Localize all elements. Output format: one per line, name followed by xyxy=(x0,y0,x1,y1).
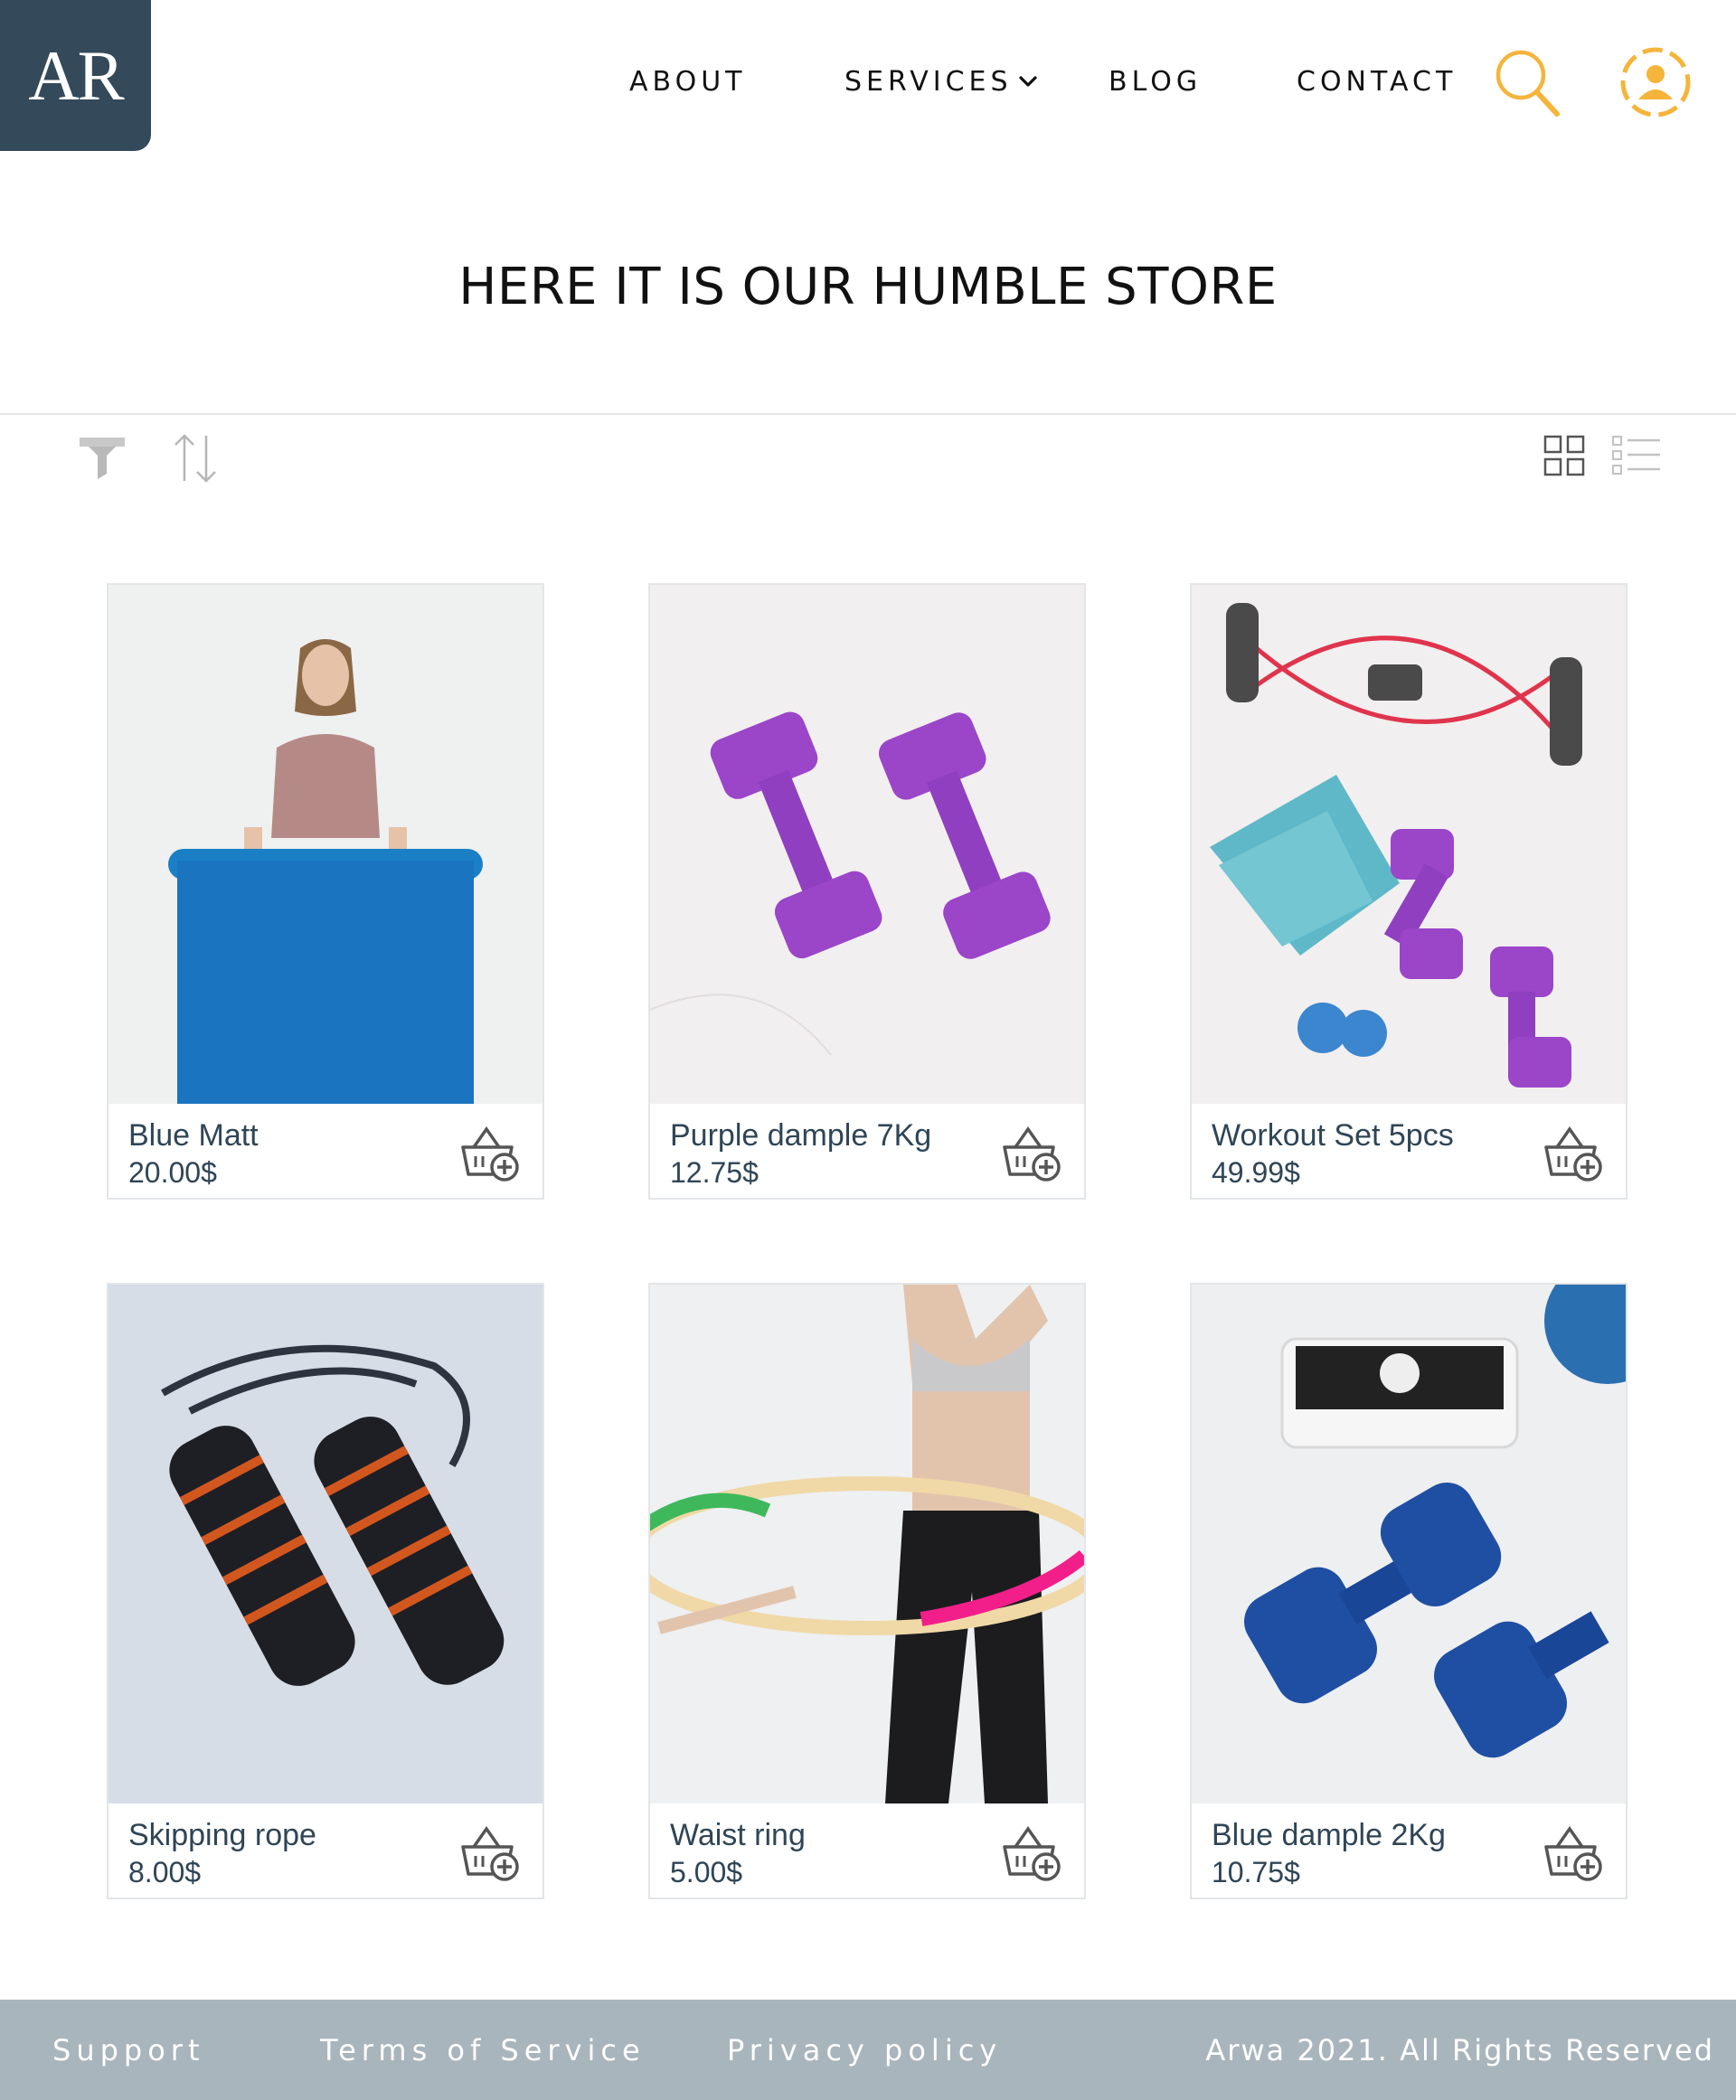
nav-item-label: CONTACT xyxy=(1297,65,1458,98)
add-to-cart-icon[interactable] xyxy=(458,1822,521,1883)
product-image[interactable] xyxy=(108,1285,542,1803)
sort-icon[interactable] xyxy=(172,432,219,485)
product-image[interactable] xyxy=(108,585,542,1104)
product-price: 20.00$ xyxy=(128,1156,217,1189)
nav-item-label: BLOG xyxy=(1109,65,1203,98)
user-profile-icon[interactable] xyxy=(1618,45,1693,119)
add-to-cart-icon[interactable] xyxy=(999,1122,1062,1183)
product-price: 10.75$ xyxy=(1212,1856,1300,1888)
product-card[interactable]: Skipping rope 8.00$ xyxy=(107,1283,544,1899)
footer-link-privacy[interactable]: Privacy policy xyxy=(727,2000,1002,2100)
add-to-cart-icon[interactable] xyxy=(458,1122,521,1183)
list-view-icon[interactable] xyxy=(1611,434,1662,476)
divider xyxy=(0,413,1736,415)
nav-item-label: SERVICES xyxy=(844,65,1013,98)
chevron-down-icon xyxy=(1018,76,1037,87)
product-card[interactable]: Blue Matt 20.00$ xyxy=(107,583,544,1200)
add-to-cart-icon[interactable] xyxy=(999,1822,1062,1883)
product-image[interactable] xyxy=(650,1285,1084,1803)
product-name[interactable]: Skipping rope xyxy=(128,1818,316,1853)
product-card[interactable]: Purple dample 7Kg 12.75$ xyxy=(648,583,1086,1200)
product-card[interactable]: Waist ring 5.00$ xyxy=(648,1283,1086,1899)
footer: Support Terms of Service Privacy policy … xyxy=(0,2000,1736,2100)
product-card[interactable]: Blue dample 2Kg 10.75$ xyxy=(1190,1283,1628,1899)
nav-item-services[interactable]: SERVICES xyxy=(844,54,1040,108)
nav-item-about[interactable]: ABOUT xyxy=(629,54,746,108)
nav-item-label: ABOUT xyxy=(629,65,747,98)
page-title: HERE IT IS OUR HUMBLE STORE xyxy=(458,258,1278,316)
product-price: 12.75$ xyxy=(670,1156,759,1189)
product-name[interactable]: Blue Matt xyxy=(128,1118,259,1154)
add-to-cart-icon[interactable] xyxy=(1541,1122,1604,1183)
product-image[interactable] xyxy=(1192,585,1626,1104)
product-name[interactable]: Purple dample 7Kg xyxy=(670,1118,931,1154)
filter-icon[interactable] xyxy=(78,436,127,481)
product-name[interactable]: Waist ring xyxy=(670,1818,806,1853)
product-price: 5.00$ xyxy=(670,1856,743,1888)
product-image[interactable] xyxy=(650,585,1084,1104)
product-name[interactable]: Blue dample 2Kg xyxy=(1212,1818,1446,1853)
footer-copyright: Arwa 2021. All Rights Reserved xyxy=(1205,2032,1714,2067)
nav-item-blog[interactable]: BLOG xyxy=(1109,54,1202,108)
product-card[interactable]: Workout Set 5pcs 49.99$ xyxy=(1190,583,1628,1200)
product-name[interactable]: Workout Set 5pcs xyxy=(1212,1118,1454,1154)
product-price: 49.99$ xyxy=(1212,1156,1300,1189)
footer-link-support[interactable]: Support xyxy=(52,2000,205,2100)
product-price: 8.00$ xyxy=(128,1856,202,1888)
nav-item-contact[interactable]: CONTACT xyxy=(1297,54,1457,108)
grid-view-icon[interactable] xyxy=(1543,434,1586,477)
footer-link-terms[interactable]: Terms of Service xyxy=(320,2000,646,2100)
product-image[interactable] xyxy=(1192,1285,1626,1803)
search-icon[interactable] xyxy=(1494,47,1561,118)
add-to-cart-icon[interactable] xyxy=(1541,1822,1604,1883)
main-nav: ABOUT SERVICES BLOG CONTACT xyxy=(0,54,1736,108)
